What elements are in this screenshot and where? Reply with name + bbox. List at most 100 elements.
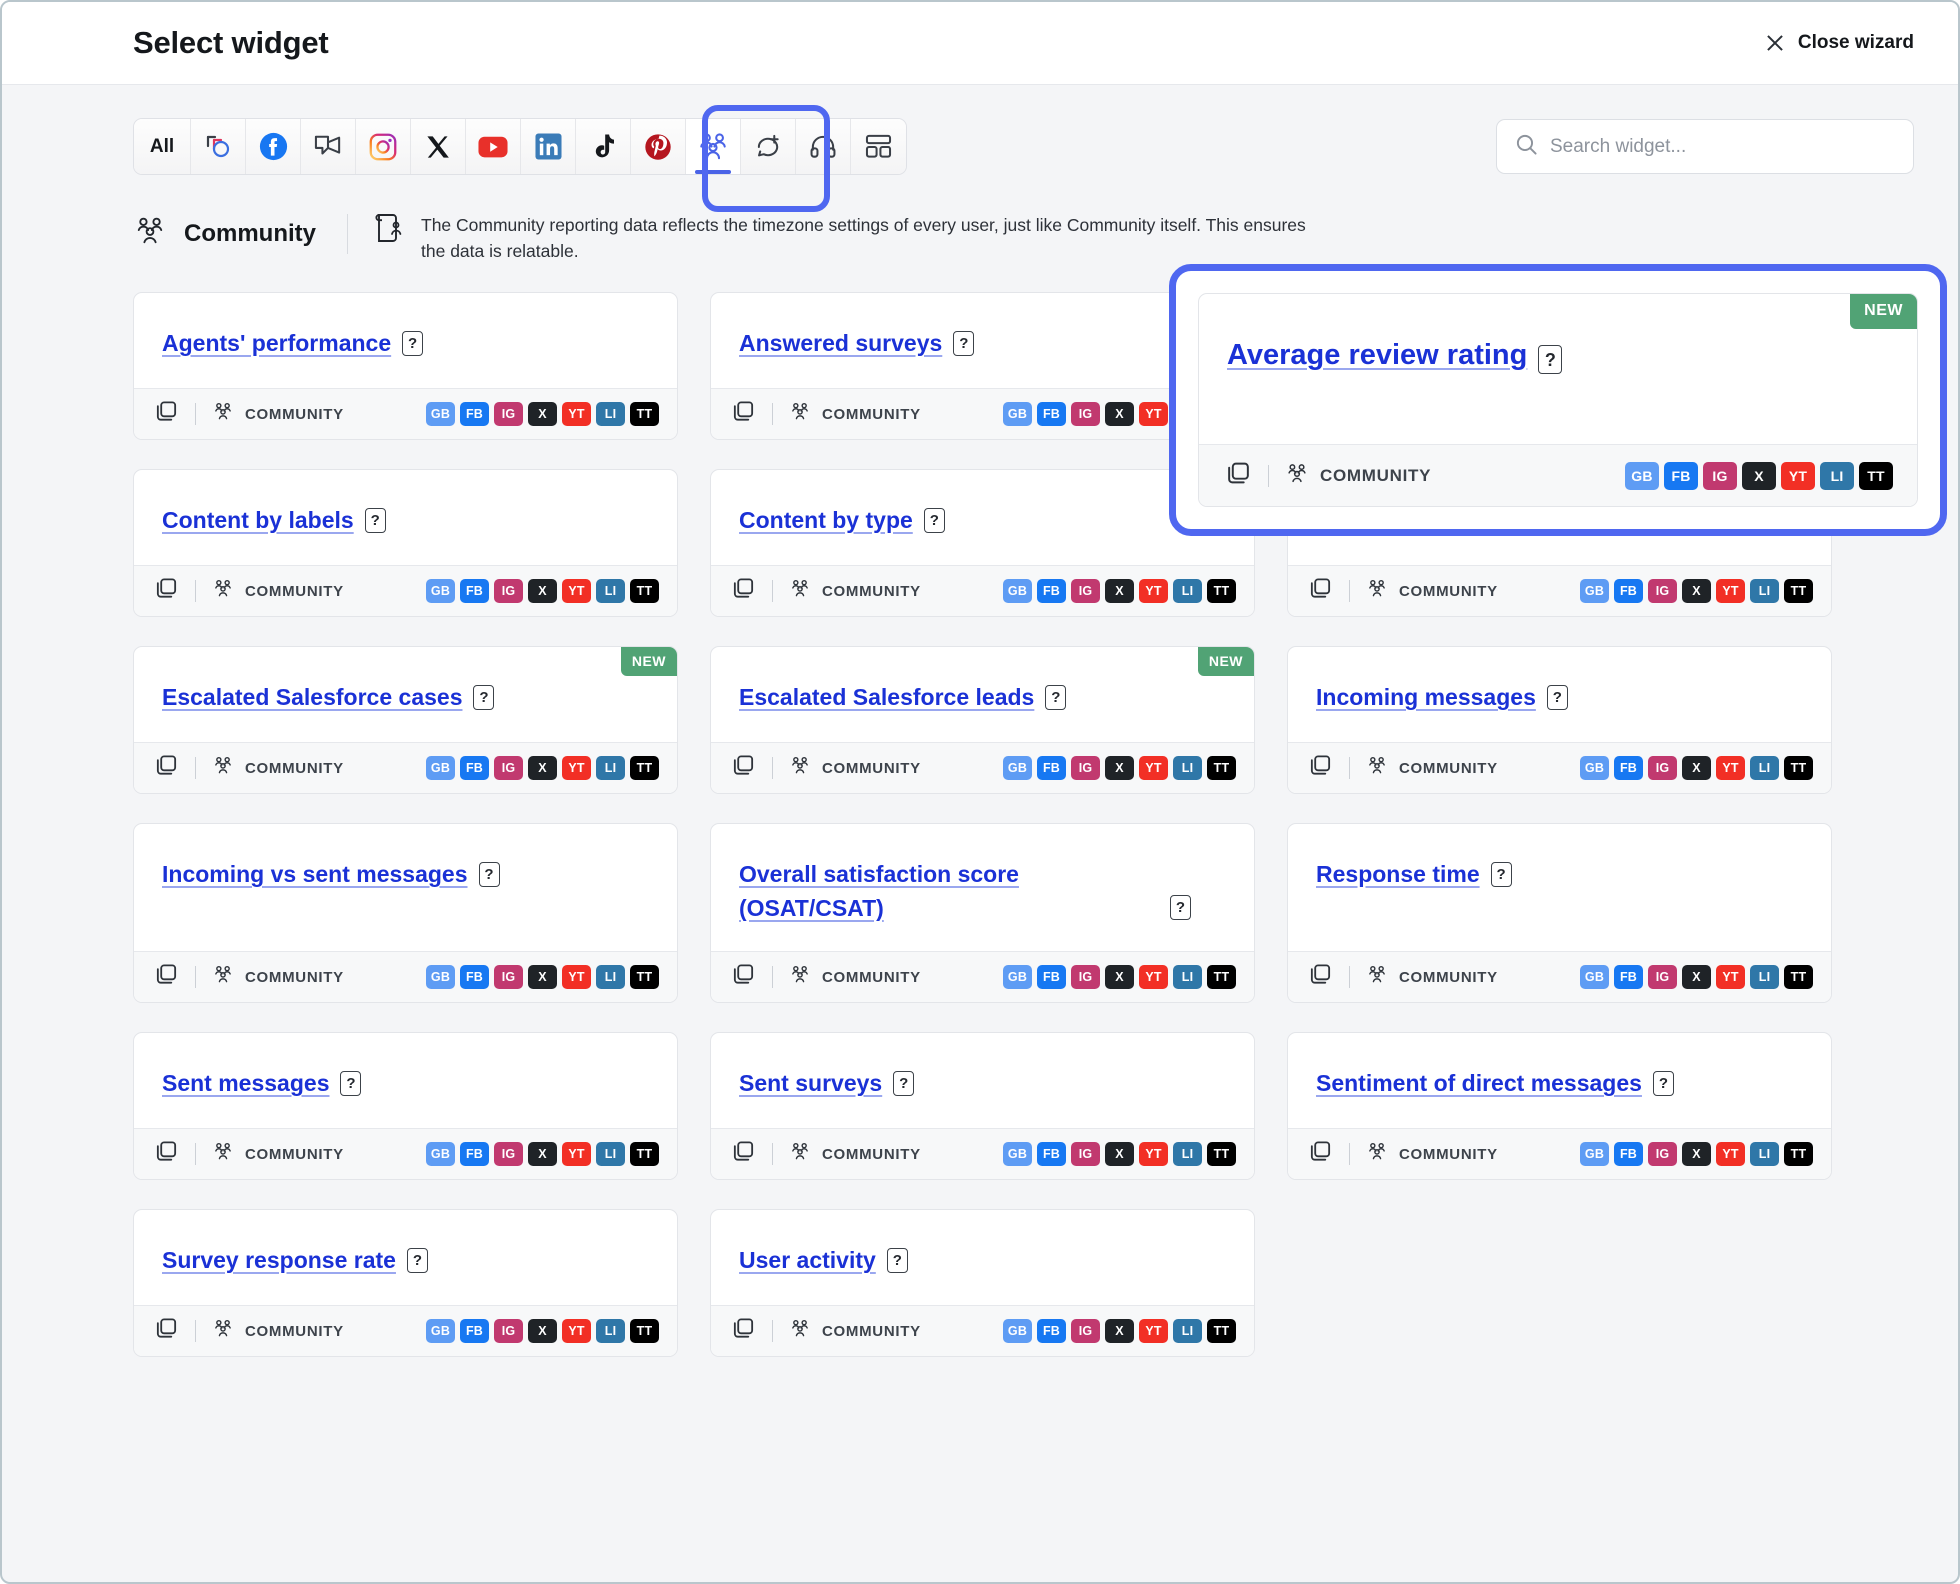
help-icon[interactable]: ? — [1170, 895, 1191, 920]
widget-card-overall-satisfaction-score-osat-csat[interactable]: Overall satisfaction score (OSAT/CSAT)?C… — [710, 823, 1255, 1003]
widget-card-incoming-messages[interactable]: Incoming messages?COMMUNITYGBFBIGXYTLITT — [1287, 646, 1832, 794]
widget-card-agents-performance[interactable]: Agents' performance? COMMUNITY GBFBIGXYTLI… — [133, 292, 678, 440]
duplicate-icon[interactable] — [154, 1316, 179, 1346]
tab-brand-monitoring[interactable] — [191, 119, 246, 174]
platform-badge-fb: FB — [460, 965, 489, 989]
duplicate-icon[interactable] — [731, 962, 756, 992]
help-icon[interactable]: ? — [1538, 345, 1562, 374]
widget-card-title[interactable]: User activity — [739, 1243, 876, 1277]
help-icon[interactable]: ? — [340, 1071, 361, 1096]
tab-pinterest[interactable] — [631, 119, 686, 174]
platform-badge-list: GBFBIGXYTLITT — [426, 402, 659, 426]
widget-card-title[interactable]: Escalated Salesforce cases — [162, 680, 462, 714]
widget-card-escalated-salesforce-leads[interactable]: NEWEscalated Salesforce leads?COMMUNITYG… — [710, 646, 1255, 794]
duplicate-icon[interactable] — [731, 753, 756, 783]
platform-badge-tt: TT — [630, 1142, 659, 1166]
duplicate-icon[interactable] — [154, 576, 179, 606]
widget-card-title[interactable]: Agents' performance — [162, 326, 391, 360]
help-icon[interactable]: ? — [924, 508, 945, 533]
tab-dashboards[interactable] — [851, 119, 906, 174]
platform-badge-list: GBFBIGXYTLITT — [1580, 965, 1813, 989]
widget-card-title[interactable]: Incoming messages — [1316, 680, 1536, 714]
duplicate-icon[interactable] — [154, 1139, 179, 1169]
help-icon[interactable]: ? — [407, 1248, 428, 1273]
duplicate-icon[interactable] — [1308, 576, 1333, 606]
platform-badge-ig: IG — [494, 402, 523, 426]
duplicate-icon[interactable] — [154, 753, 179, 783]
widget-card-incoming-vs-sent-messages[interactable]: Incoming vs sent messages?COMMUNITYGBFBI… — [133, 823, 678, 1003]
help-icon[interactable]: ? — [473, 685, 494, 710]
help-icon[interactable]: ? — [1045, 685, 1066, 710]
tab-youtube[interactable] — [466, 119, 521, 174]
widget-card-sent-messages[interactable]: Sent messages?COMMUNITYGBFBIGXYTLITT — [133, 1032, 678, 1180]
widget-card-title[interactable]: Survey response rate — [162, 1243, 396, 1277]
platform-badge-gb: GB — [426, 1319, 455, 1343]
widget-card-title[interactable]: Sent messages — [162, 1066, 329, 1100]
tab-facebook[interactable] — [246, 119, 301, 174]
duplicate-icon[interactable] — [154, 399, 179, 429]
widget-card-title[interactable]: Content by labels — [162, 503, 354, 537]
widget-card-footer: COMMUNITYGBFBIGXYTLITT — [1288, 565, 1831, 616]
help-icon[interactable]: ? — [479, 862, 500, 887]
widget-card-content-by-labels[interactable]: Content by labels?COMMUNITYGBFBIGXYTLITT — [133, 469, 678, 617]
duplicate-icon[interactable] — [731, 399, 756, 429]
widget-card-sent-surveys[interactable]: Sent surveys?COMMUNITYGBFBIGXYTLITT — [710, 1032, 1255, 1180]
tab-tiktok[interactable] — [576, 119, 631, 174]
help-icon[interactable]: ? — [887, 1248, 908, 1273]
help-icon[interactable]: ? — [365, 508, 386, 533]
tab-messenger[interactable] — [301, 119, 356, 174]
new-badge: NEW — [1198, 647, 1254, 676]
platform-badge-ig: IG — [1071, 402, 1100, 426]
duplicate-icon[interactable] — [154, 962, 179, 992]
widget-card-title[interactable]: Response time — [1316, 857, 1480, 891]
help-icon[interactable]: ? — [1547, 685, 1568, 710]
widget-card-title[interactable]: Overall satisfaction score (OSAT/CSAT) — [739, 857, 1159, 925]
duplicate-icon[interactable] — [1225, 460, 1252, 492]
widget-card-response-time[interactable]: Response time?COMMUNITYGBFBIGXYTLITT — [1287, 823, 1832, 1003]
widget-card-escalated-salesforce-cases[interactable]: NEWEscalated Salesforce cases?COMMUNITYG… — [133, 646, 678, 794]
duplicate-icon[interactable] — [731, 1139, 756, 1169]
close-wizard-label: Close wizard — [1798, 32, 1914, 54]
duplicate-icon[interactable] — [1308, 962, 1333, 992]
widget-card-title[interactable]: Sentiment of direct messages — [1316, 1066, 1642, 1100]
platform-badge-fb: FB — [1037, 1142, 1066, 1166]
tab-contact-center[interactable] — [796, 119, 851, 174]
tab-all[interactable]: All — [134, 119, 191, 174]
duplicate-icon[interactable] — [731, 576, 756, 606]
widget-card-average-review-rating[interactable]: NEW Average review rating ? — [1198, 293, 1918, 507]
help-icon[interactable]: ? — [402, 331, 423, 356]
tab-instagram[interactable] — [356, 119, 411, 174]
widget-card-title[interactable]: Answered surveys — [739, 326, 942, 360]
close-wizard-button[interactable]: Close wizard — [1765, 32, 1914, 54]
platform-badge-list: GBFBIGXYTLITT — [1580, 579, 1813, 603]
duplicate-icon[interactable] — [1308, 1139, 1333, 1169]
widget-card-survey-response-rate[interactable]: Survey response rate?COMMUNITYGBFBIGXYTL… — [133, 1209, 678, 1357]
tab-x-twitter[interactable] — [411, 119, 466, 174]
tab-linkedin[interactable] — [521, 119, 576, 174]
duplicate-icon[interactable] — [731, 1316, 756, 1346]
platform-badge-ig: IG — [1071, 579, 1100, 603]
widget-card-body: Escalated Salesforce leads? — [711, 647, 1254, 742]
tab-engage[interactable] — [741, 119, 796, 174]
help-icon[interactable]: ? — [893, 1071, 914, 1096]
widget-card-title[interactable]: Sent surveys — [739, 1066, 882, 1100]
widget-card-title[interactable]: Incoming vs sent messages — [162, 857, 468, 891]
help-icon[interactable]: ? — [953, 331, 974, 356]
community-people-icon — [789, 402, 811, 426]
duplicate-icon[interactable] — [1308, 753, 1333, 783]
widget-card-body: Sent messages? — [134, 1033, 677, 1128]
widget-card-title[interactable]: Content by type — [739, 503, 913, 537]
search-widget-field[interactable]: Search widget... — [1496, 119, 1914, 174]
help-icon[interactable]: ? — [1653, 1071, 1674, 1096]
widget-card-user-activity[interactable]: User activity?COMMUNITYGBFBIGXYTLITT — [710, 1209, 1255, 1357]
platform-badge-fb: FB — [460, 756, 489, 780]
widget-card-sentiment-of-direct-messages[interactable]: Sentiment of direct messages?COMMUNITYGB… — [1287, 1032, 1832, 1180]
tab-community[interactable] — [686, 119, 741, 174]
platform-badge-fb: FB — [1614, 756, 1643, 780]
community-people-icon — [1366, 756, 1388, 780]
widget-card-title[interactable]: Average review rating — [1227, 338, 1527, 372]
help-icon[interactable]: ? — [1491, 862, 1512, 887]
platform-badge-fb: FB — [460, 1319, 489, 1343]
widget-card-title[interactable]: Escalated Salesforce leads — [739, 680, 1034, 714]
widget-source-label: COMMUNITY — [245, 406, 344, 423]
